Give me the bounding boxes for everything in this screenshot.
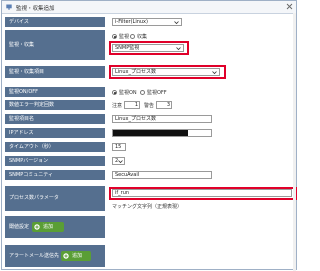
plus-circle-icon (34, 224, 40, 230)
timeout-input[interactable]: 15 (112, 143, 126, 151)
error-count-label: 数値エラー判定回数 (5, 100, 105, 110)
mode-option-monitor: 監視 (119, 34, 130, 40)
monitor-type-select[interactable]: SNMP監視 (112, 44, 184, 52)
plus-circle-icon (63, 253, 69, 259)
warning-label: 警告 (144, 103, 155, 109)
chevron-down-icon (176, 47, 181, 51)
mode-radio-collect[interactable] (130, 34, 135, 39)
on-radio[interactable] (112, 90, 117, 95)
chevron-down-icon (118, 160, 123, 164)
process-param-label: プロセス数パラメータ (5, 186, 105, 211)
dialog-titlebar: 監視・収集追加 (2, 1, 296, 14)
item-name-label: 監視項目名 (5, 114, 105, 124)
chevron-down-icon (212, 71, 217, 75)
on-off-label: 監視ON/OFF (5, 87, 105, 97)
device-select[interactable]: i-Filter(Linux) (112, 18, 182, 26)
timeout-label: タイムアウト（秒） (5, 142, 105, 152)
community-label: SNMPコミュニティ (5, 170, 105, 180)
mode-option-collect: 収集 (137, 34, 148, 40)
add-monitor-dialog: 監視・収集追加 デバイス i-Filter(Linux) 監視・収集 監視 収集… (1, 0, 297, 271)
caution-input[interactable]: 1 (124, 101, 140, 109)
device-value: i-Filter(Linux) (115, 19, 148, 25)
off-radio[interactable] (140, 90, 145, 95)
item-name-input[interactable]: Linux_プロセス数 (112, 115, 212, 123)
off-option: 監視OFF (147, 90, 167, 96)
community-input[interactable]: SecuAvail (112, 171, 212, 179)
dialog-title: 監視・収集追加 (16, 6, 55, 12)
on-option: 監視ON (119, 90, 137, 96)
warning-input[interactable]: 3 (156, 101, 172, 109)
target-value: Linux_プロセス数 (115, 69, 156, 75)
snmp-version-select[interactable]: 2 (112, 157, 125, 165)
ip-label: IPアドレス (5, 128, 105, 138)
process-param-input[interactable]: if_run (112, 189, 292, 197)
close-icon[interactable] (286, 3, 293, 10)
mode-label: 監視・収集 (5, 30, 105, 60)
caution-label: 注意 (112, 103, 123, 109)
monitor-type-value: SNMP監視 (115, 45, 140, 51)
scrollbar[interactable] (293, 13, 296, 271)
alert-mail-add-button[interactable]: 追加 (61, 251, 91, 261)
device-label: デバイス (5, 17, 105, 27)
monitor-icon (6, 4, 12, 10)
target-label: 監視・収集項目 (5, 66, 105, 78)
process-param-hint: マッチング文字列（正規表現） (112, 204, 183, 210)
ip-redacted (113, 130, 188, 136)
threshold-add-button[interactable]: 追加 (32, 222, 64, 232)
mode-radio-monitor[interactable] (112, 34, 117, 39)
chevron-down-icon (174, 21, 179, 25)
snmp-version-label: SNMPバージョン (5, 156, 105, 166)
alert-mail-add-label: 追加 (72, 253, 83, 259)
threshold-add-label: 追加 (43, 224, 54, 230)
target-select[interactable]: Linux_プロセス数 (112, 68, 220, 76)
